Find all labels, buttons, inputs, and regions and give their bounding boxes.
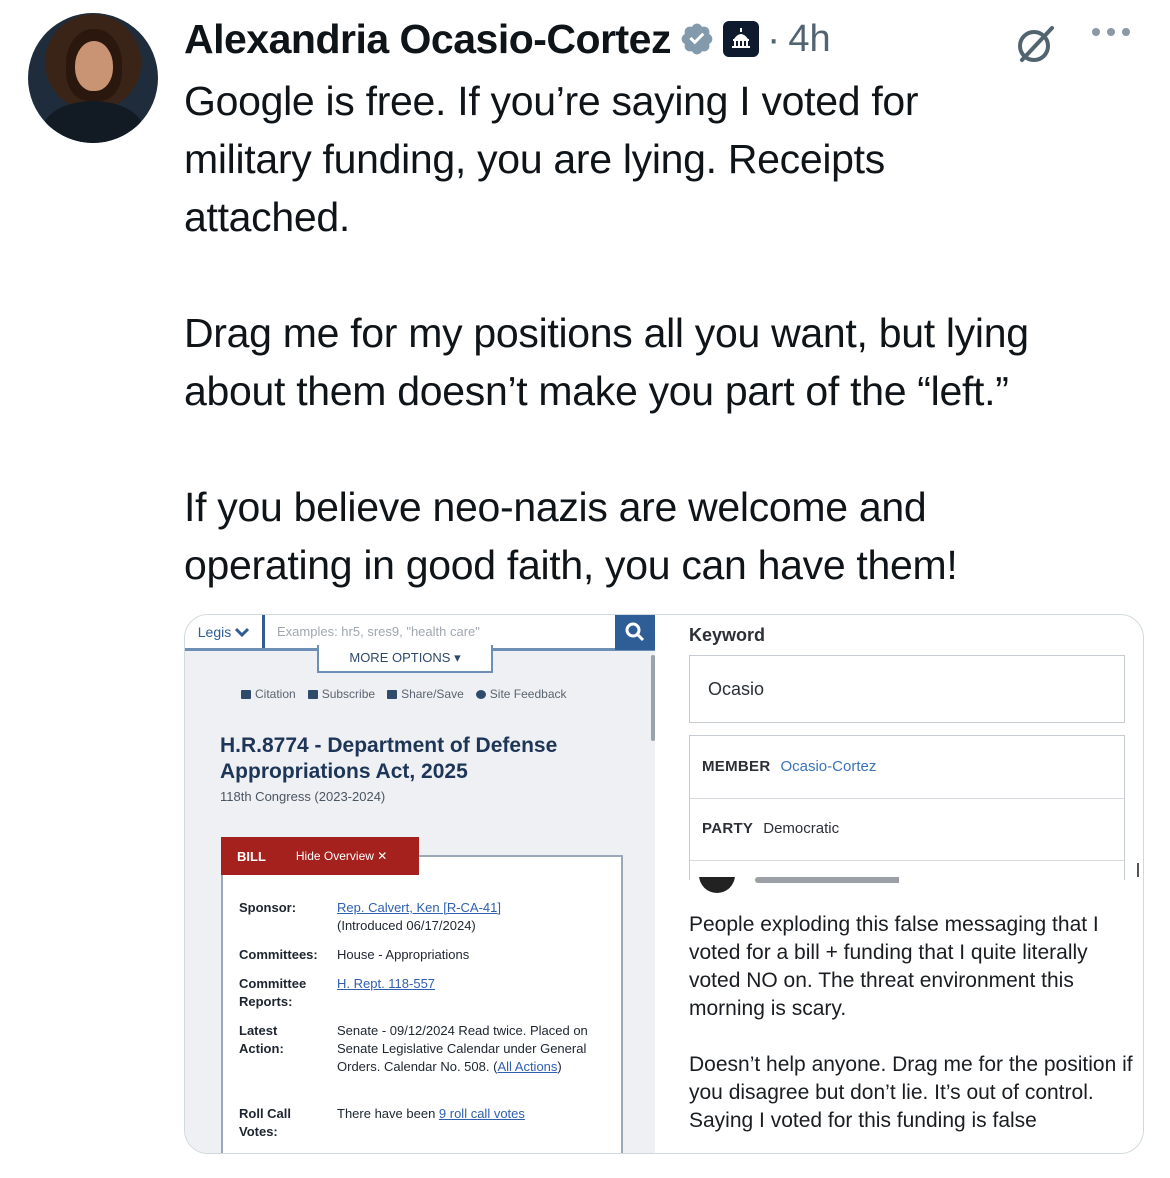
capitol-icon: [732, 28, 750, 48]
tweet-line: attached.: [184, 194, 350, 240]
note-paragraph: Doesn’t help anyone. Drag me for the pos…: [689, 1053, 1133, 1132]
tweet-line: about them doesn’t make you part of the …: [184, 368, 1009, 414]
more-options-toggle: MORE OPTIONS ▾: [317, 645, 493, 673]
committees-label: Committees:: [239, 947, 318, 962]
roll-call-link: 9 roll call votes: [438, 1106, 525, 1121]
divider: [690, 860, 1124, 861]
avatar[interactable]: [28, 13, 158, 143]
tweet-text: Google is free. If you’re saying I voted…: [184, 72, 1154, 594]
subscribe-icon: [307, 689, 318, 699]
time-separator: ·: [767, 16, 781, 61]
scrollbar: [1137, 863, 1139, 877]
tweet-line: If you believe neo-nazis are welcome and: [184, 484, 927, 530]
citation-link: Citation: [241, 687, 296, 701]
more-dot: [1107, 28, 1115, 36]
hide-overview-link: Hide Overview ✕: [295, 849, 388, 863]
bill-tab: BILL Hide Overview ✕: [221, 837, 419, 875]
search-icon: [625, 622, 645, 641]
committee-reports-label: Committee Reports:: [239, 976, 307, 1009]
attached-media[interactable]: Legis Examples: hr5, sres9, "health care…: [184, 614, 1144, 1154]
latest-action-value: Senate - 09/12/2024 Read twice. Placed o…: [337, 1023, 588, 1074]
feedback-icon: [475, 689, 486, 699]
verified-badge-icon[interactable]: [679, 21, 715, 57]
sponsor-label: Sponsor:: [239, 900, 297, 915]
more-options-icon[interactable]: [1092, 22, 1140, 42]
roll-call-label: Roll Call Votes:: [239, 1106, 292, 1139]
sponsor-introduced: (Introduced 06/17/2024): [337, 918, 476, 933]
timestamp[interactable]: 4h: [788, 18, 830, 61]
latest-action-label: Latest Action:: [239, 1023, 284, 1056]
scope-label: Legis: [197, 623, 232, 640]
scrollbar: [651, 655, 655, 741]
committees-value: House - Appropriations: [337, 947, 470, 962]
tweet-line: Google is free. If you’re saying I voted…: [184, 78, 919, 124]
tweet-line: military funding, you are lying. Receipt…: [184, 136, 885, 182]
note-handle-cropped: [755, 877, 899, 883]
keyword-label: Keyword: [689, 625, 766, 645]
party-filter: PARTY Democratic: [702, 820, 840, 837]
note-header-cropped: [699, 877, 899, 893]
sponsor-value: Rep. Calvert, Ken [R-CA-41] (Introduced …: [337, 899, 607, 935]
share-save-link: Share/Save: [387, 687, 464, 701]
grok-icon[interactable]: [1014, 22, 1058, 66]
search-scope-select: Legis: [185, 615, 265, 648]
more-dot: [1122, 28, 1130, 36]
bill-toolbar: Citation Subscribe Share/Save Site Feedb…: [241, 687, 567, 701]
subscribe-link: Subscribe: [307, 687, 375, 701]
member-filter: MEMBER Ocasio-Cortez: [702, 758, 877, 775]
tweet-line: Drag me for my positions all you want, b…: [184, 310, 1029, 356]
all-actions-link: All Actions: [497, 1059, 558, 1074]
avatar-face: [75, 41, 113, 91]
roll-call-value: There have been 9 roll call votes: [337, 1106, 525, 1121]
search-button: [615, 615, 655, 650]
search-placeholder: Examples: hr5, sres9, "health care": [277, 624, 480, 639]
note-text: People exploding this false messaging th…: [689, 911, 1135, 1135]
tweet-header: Alexandria Ocasio-Cortez · 4h: [184, 14, 831, 64]
sponsor-link: Rep. Calvert, Ken [R-CA-41]: [337, 900, 502, 915]
citation-icon: [241, 689, 251, 699]
bill-tab-label: BILL: [237, 848, 266, 864]
keyword-input: Ocasio: [689, 655, 1125, 723]
author-name[interactable]: Alexandria Ocasio-Cortez: [184, 16, 672, 63]
share-icon: [387, 689, 398, 699]
affiliation-badge-icon[interactable]: [723, 21, 759, 57]
note-paragraph: People exploding this false messaging th…: [689, 913, 1099, 1020]
congress-gov-screenshot[interactable]: Legis Examples: hr5, sres9, "health care…: [185, 615, 655, 1153]
vote-search-screenshot[interactable]: Keyword Ocasio MEMBER Ocasio-Cortez PARTY…: [659, 615, 1143, 1153]
bill-title: H.R.8774 - Department of Defense Appropr…: [220, 734, 558, 783]
avatar-shoulders: [42, 101, 144, 143]
congress-session: 118th Congress (2023-2024): [220, 789, 386, 804]
filter-facets: MEMBER Ocasio-Cortez PARTY Democratic: [689, 735, 1125, 880]
more-dot: [1092, 28, 1100, 36]
site-feedback-link: Site Feedback: [475, 687, 567, 701]
committee-reports-value: H. Rept. 118-557: [337, 975, 607, 993]
tweet-line: operating in good faith, you can have th…: [184, 542, 958, 588]
committee-report-link: H. Rept. 118-557: [337, 976, 436, 991]
note-avatar: [699, 877, 735, 893]
divider: [690, 798, 1124, 799]
chevron-down-icon: [235, 627, 250, 637]
